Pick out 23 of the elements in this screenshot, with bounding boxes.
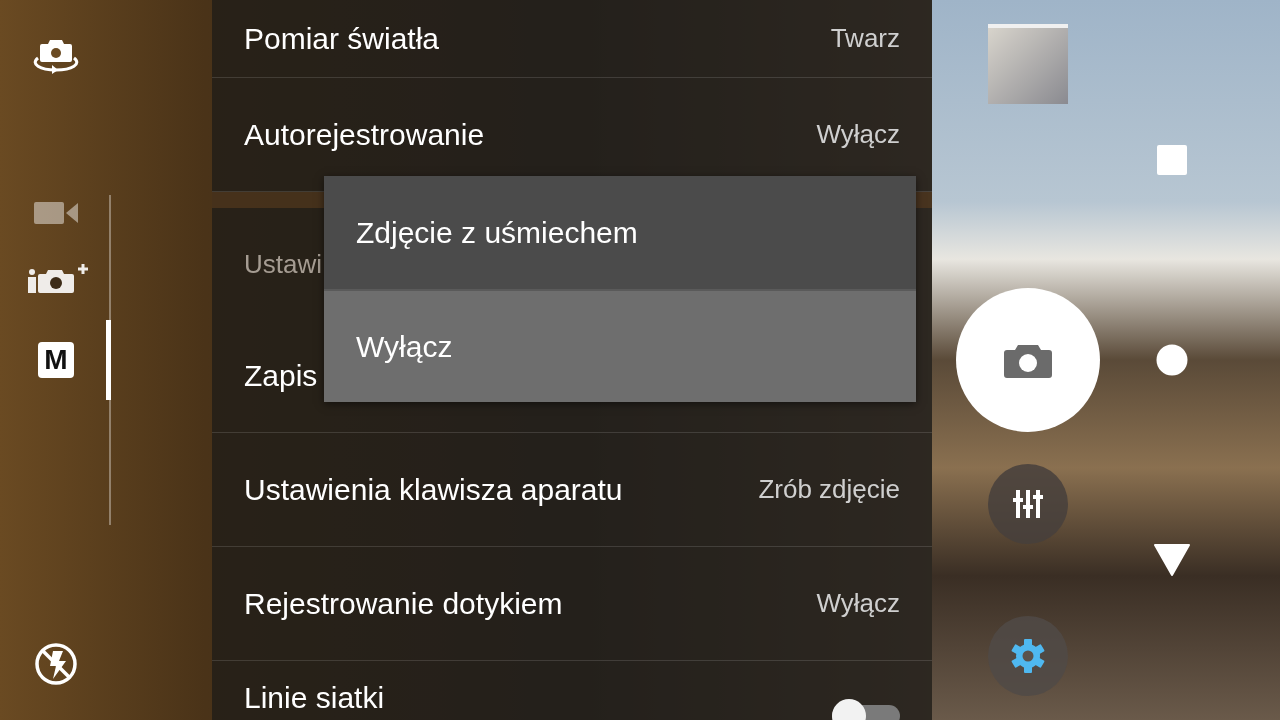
auto-camera-plus-icon[interactable] [26,262,90,296]
photo-thumbnail[interactable] [988,24,1068,104]
sliders-icon [1013,489,1043,519]
menu-option[interactable]: Wyłącz [324,289,916,402]
setting-value: Zrób zdjęcie [758,473,900,506]
setting-label: Autorejestrowanie [244,117,485,152]
setting-label: Rejestrowanie dotykiem [244,586,563,621]
manual-mode-button[interactable]: M [38,342,74,378]
setting-value: Wyłącz [816,118,900,151]
flash-off-icon[interactable] [34,642,78,686]
back-button-icon[interactable] [1153,544,1191,576]
setting-label: Zapis [244,359,318,393]
settings-row[interactable]: Linie siatki [212,661,932,720]
setting-value: Twarz [830,22,900,55]
setting-label: Ustawienia klawisza aparatu [244,472,623,507]
setting-label: Pomiar światła [244,21,440,56]
setting-value: Wyłącz [816,587,900,620]
settings-row[interactable]: Pomiar światła Twarz [212,0,932,78]
home-button-icon[interactable] [1156,344,1188,376]
menu-option[interactable]: Zdjęcie z uśmiechem [324,176,916,289]
section-header: Ustawi [244,247,322,281]
settings-icon [1010,638,1046,674]
setting-label: Linie siatki [244,681,385,715]
